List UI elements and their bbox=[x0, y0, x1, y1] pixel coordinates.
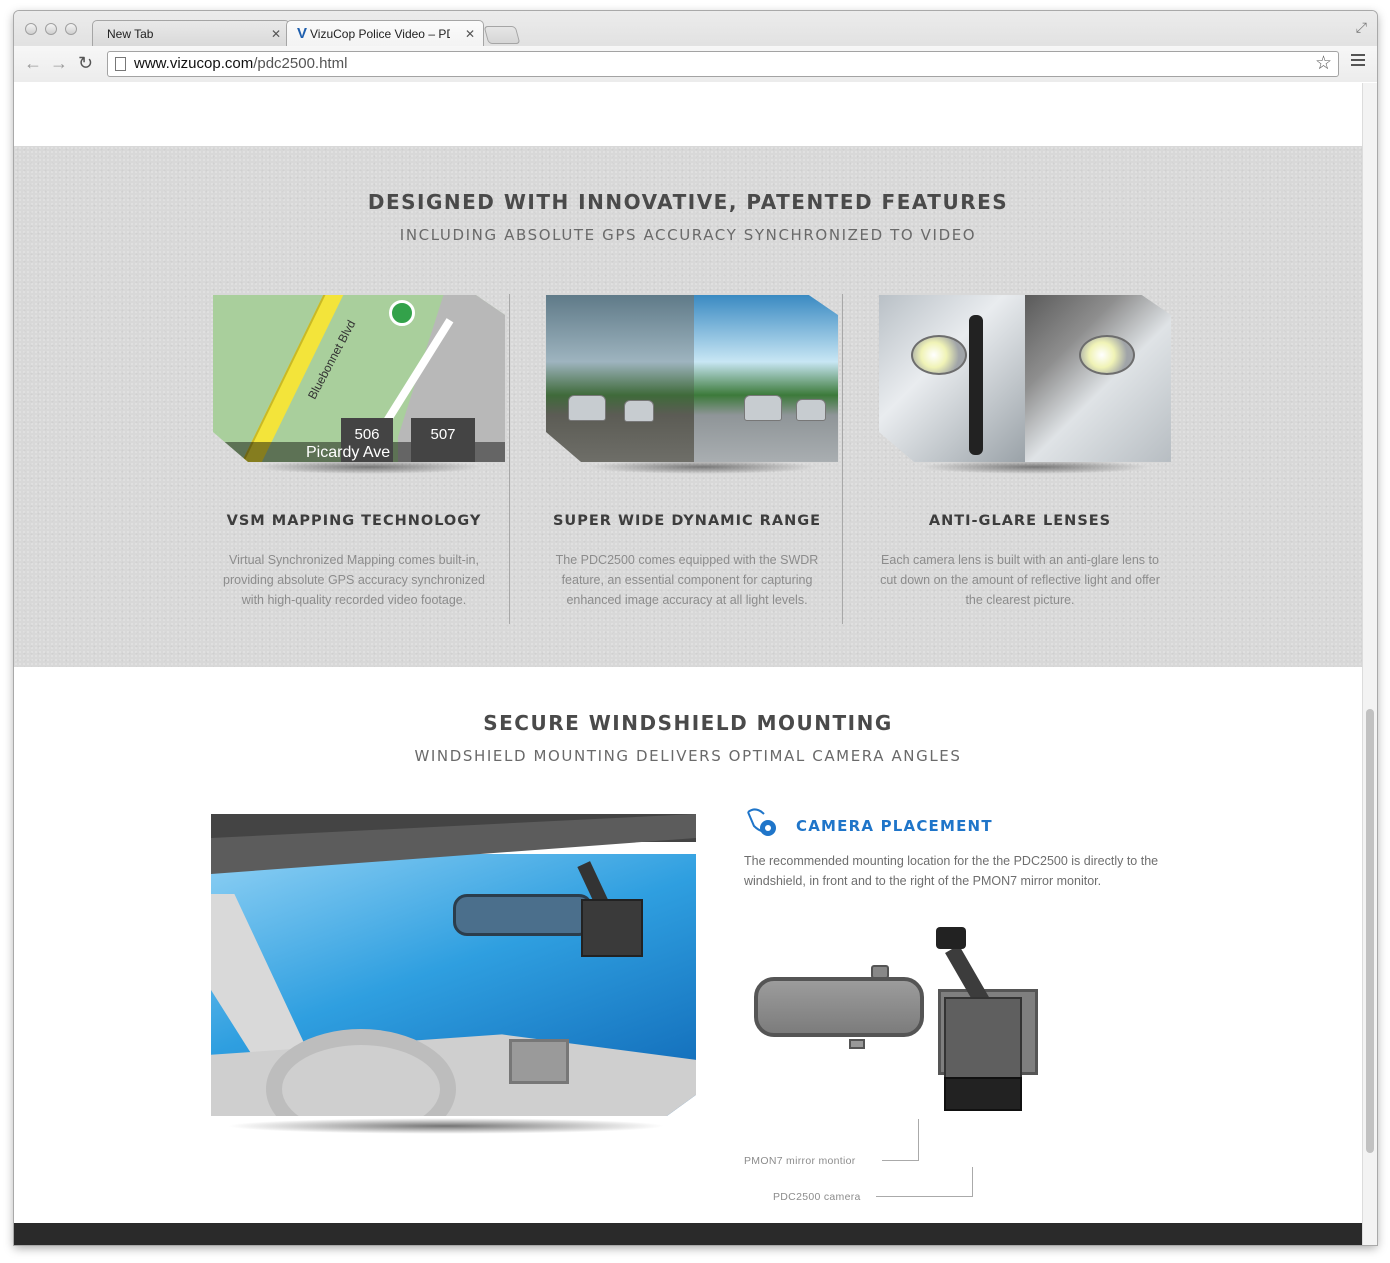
car-interior-illustration bbox=[211, 814, 696, 1116]
menu-icon[interactable] bbox=[1351, 54, 1365, 69]
address-bar[interactable]: www.vizucop.com/pdc2500.html ☆ bbox=[107, 51, 1339, 77]
tab-new-tab[interactable]: New Tab ✕ bbox=[92, 20, 290, 46]
footer-bar bbox=[14, 1223, 1362, 1245]
fullscreen-icon[interactable]: ⤢ bbox=[1356, 19, 1367, 36]
bookmark-star-icon[interactable]: ☆ bbox=[1315, 52, 1332, 76]
close-icon[interactable]: ✕ bbox=[271, 21, 281, 47]
reload-icon[interactable]: ↻ bbox=[78, 53, 93, 74]
page-viewport: DESIGNED WITH INNOVATIVE, PATENTED FEATU… bbox=[14, 83, 1362, 1245]
tab-label: New Tab bbox=[107, 27, 154, 41]
zoom-window-button[interactable] bbox=[65, 23, 77, 35]
mounting-section: SECURE WINDSHIELD MOUNTING WINDSHIELD MO… bbox=[14, 667, 1362, 1227]
map-street-label: Picardy Ave bbox=[306, 444, 391, 461]
close-window-button[interactable] bbox=[25, 23, 37, 35]
minimize-window-button[interactable] bbox=[45, 23, 57, 35]
toolbar: ← → ↻ www.vizucop.com/pdc2500.html ☆ bbox=[14, 46, 1377, 82]
headlight-comparison-image bbox=[879, 295, 1171, 462]
feature-text: Virtual Synchronized Mapping comes built… bbox=[223, 553, 485, 607]
features-section: DESIGNED WITH INNOVATIVE, PATENTED FEATU… bbox=[14, 146, 1362, 667]
camera-placement-icon bbox=[747, 808, 776, 836]
vizucop-favicon-icon: V bbox=[297, 25, 308, 42]
mounting-subtitle: WINDSHIELD MOUNTING DELIVERS OPTIMAL CAM… bbox=[414, 747, 962, 765]
camera-placement-text: The recommended mounting location for th… bbox=[744, 854, 1159, 888]
scrollbar-thumb[interactable] bbox=[1366, 709, 1374, 1153]
url-host: www.vizucop.com bbox=[134, 55, 254, 72]
new-tab-button[interactable] bbox=[483, 26, 521, 44]
divider bbox=[842, 294, 843, 624]
feature-text: The PDC2500 comes equipped with the SWDR… bbox=[555, 553, 819, 607]
pmon7-label: PMON7 mirror montior bbox=[744, 1155, 856, 1167]
forward-arrow-icon[interactable]: → bbox=[50, 53, 68, 74]
swdr-comparison-image bbox=[546, 295, 838, 462]
vertical-scrollbar[interactable] bbox=[1362, 83, 1377, 1245]
browser-chrome: New Tab ✕ V VizuCop Police Video – PDC ✕ … bbox=[14, 11, 1377, 82]
divider bbox=[509, 294, 510, 624]
map-image: Bluebonnet Blvd 506 507 Picardy Ave bbox=[213, 295, 505, 462]
url-path: /pdc2500.html bbox=[253, 55, 348, 72]
features-title: DESIGNED WITH INNOVATIVE, PATENTED FEATU… bbox=[367, 190, 1009, 214]
browser-window: New Tab ✕ V VizuCop Police Video – PDC ✕ … bbox=[14, 11, 1377, 1245]
back-arrow-icon[interactable]: ← bbox=[24, 53, 42, 74]
feature-text: Each camera lens is built with an anti-g… bbox=[880, 553, 1160, 607]
window-controls bbox=[25, 23, 77, 35]
page-icon bbox=[115, 57, 126, 71]
close-icon[interactable]: ✕ bbox=[465, 21, 475, 47]
tab-label: VizuCop Police Video – PDC bbox=[310, 27, 451, 41]
camera-placement-title: CAMERA PLACEMENT bbox=[796, 817, 993, 835]
feature-title: SUPER WIDE DYNAMIC RANGE bbox=[552, 513, 822, 529]
tab-vizucop[interactable]: V VizuCop Police Video – PDC ✕ bbox=[286, 20, 484, 46]
feature-title: VSM MAPPING TECHNOLOGY bbox=[226, 513, 482, 529]
pdc2500-label: PDC2500 camera bbox=[773, 1191, 861, 1203]
map-pin-icon bbox=[389, 300, 415, 326]
feature-title: ANTI-GLARE LENSES bbox=[928, 513, 1112, 529]
mirror-camera-diagram bbox=[754, 927, 1054, 1137]
features-subtitle: INCLUDING ABSOLUTE GPS ACCURACY SYNCHRON… bbox=[399, 226, 977, 244]
map-lot-507: 507 bbox=[411, 418, 475, 462]
mounting-title: SECURE WINDSHIELD MOUNTING bbox=[483, 711, 893, 735]
